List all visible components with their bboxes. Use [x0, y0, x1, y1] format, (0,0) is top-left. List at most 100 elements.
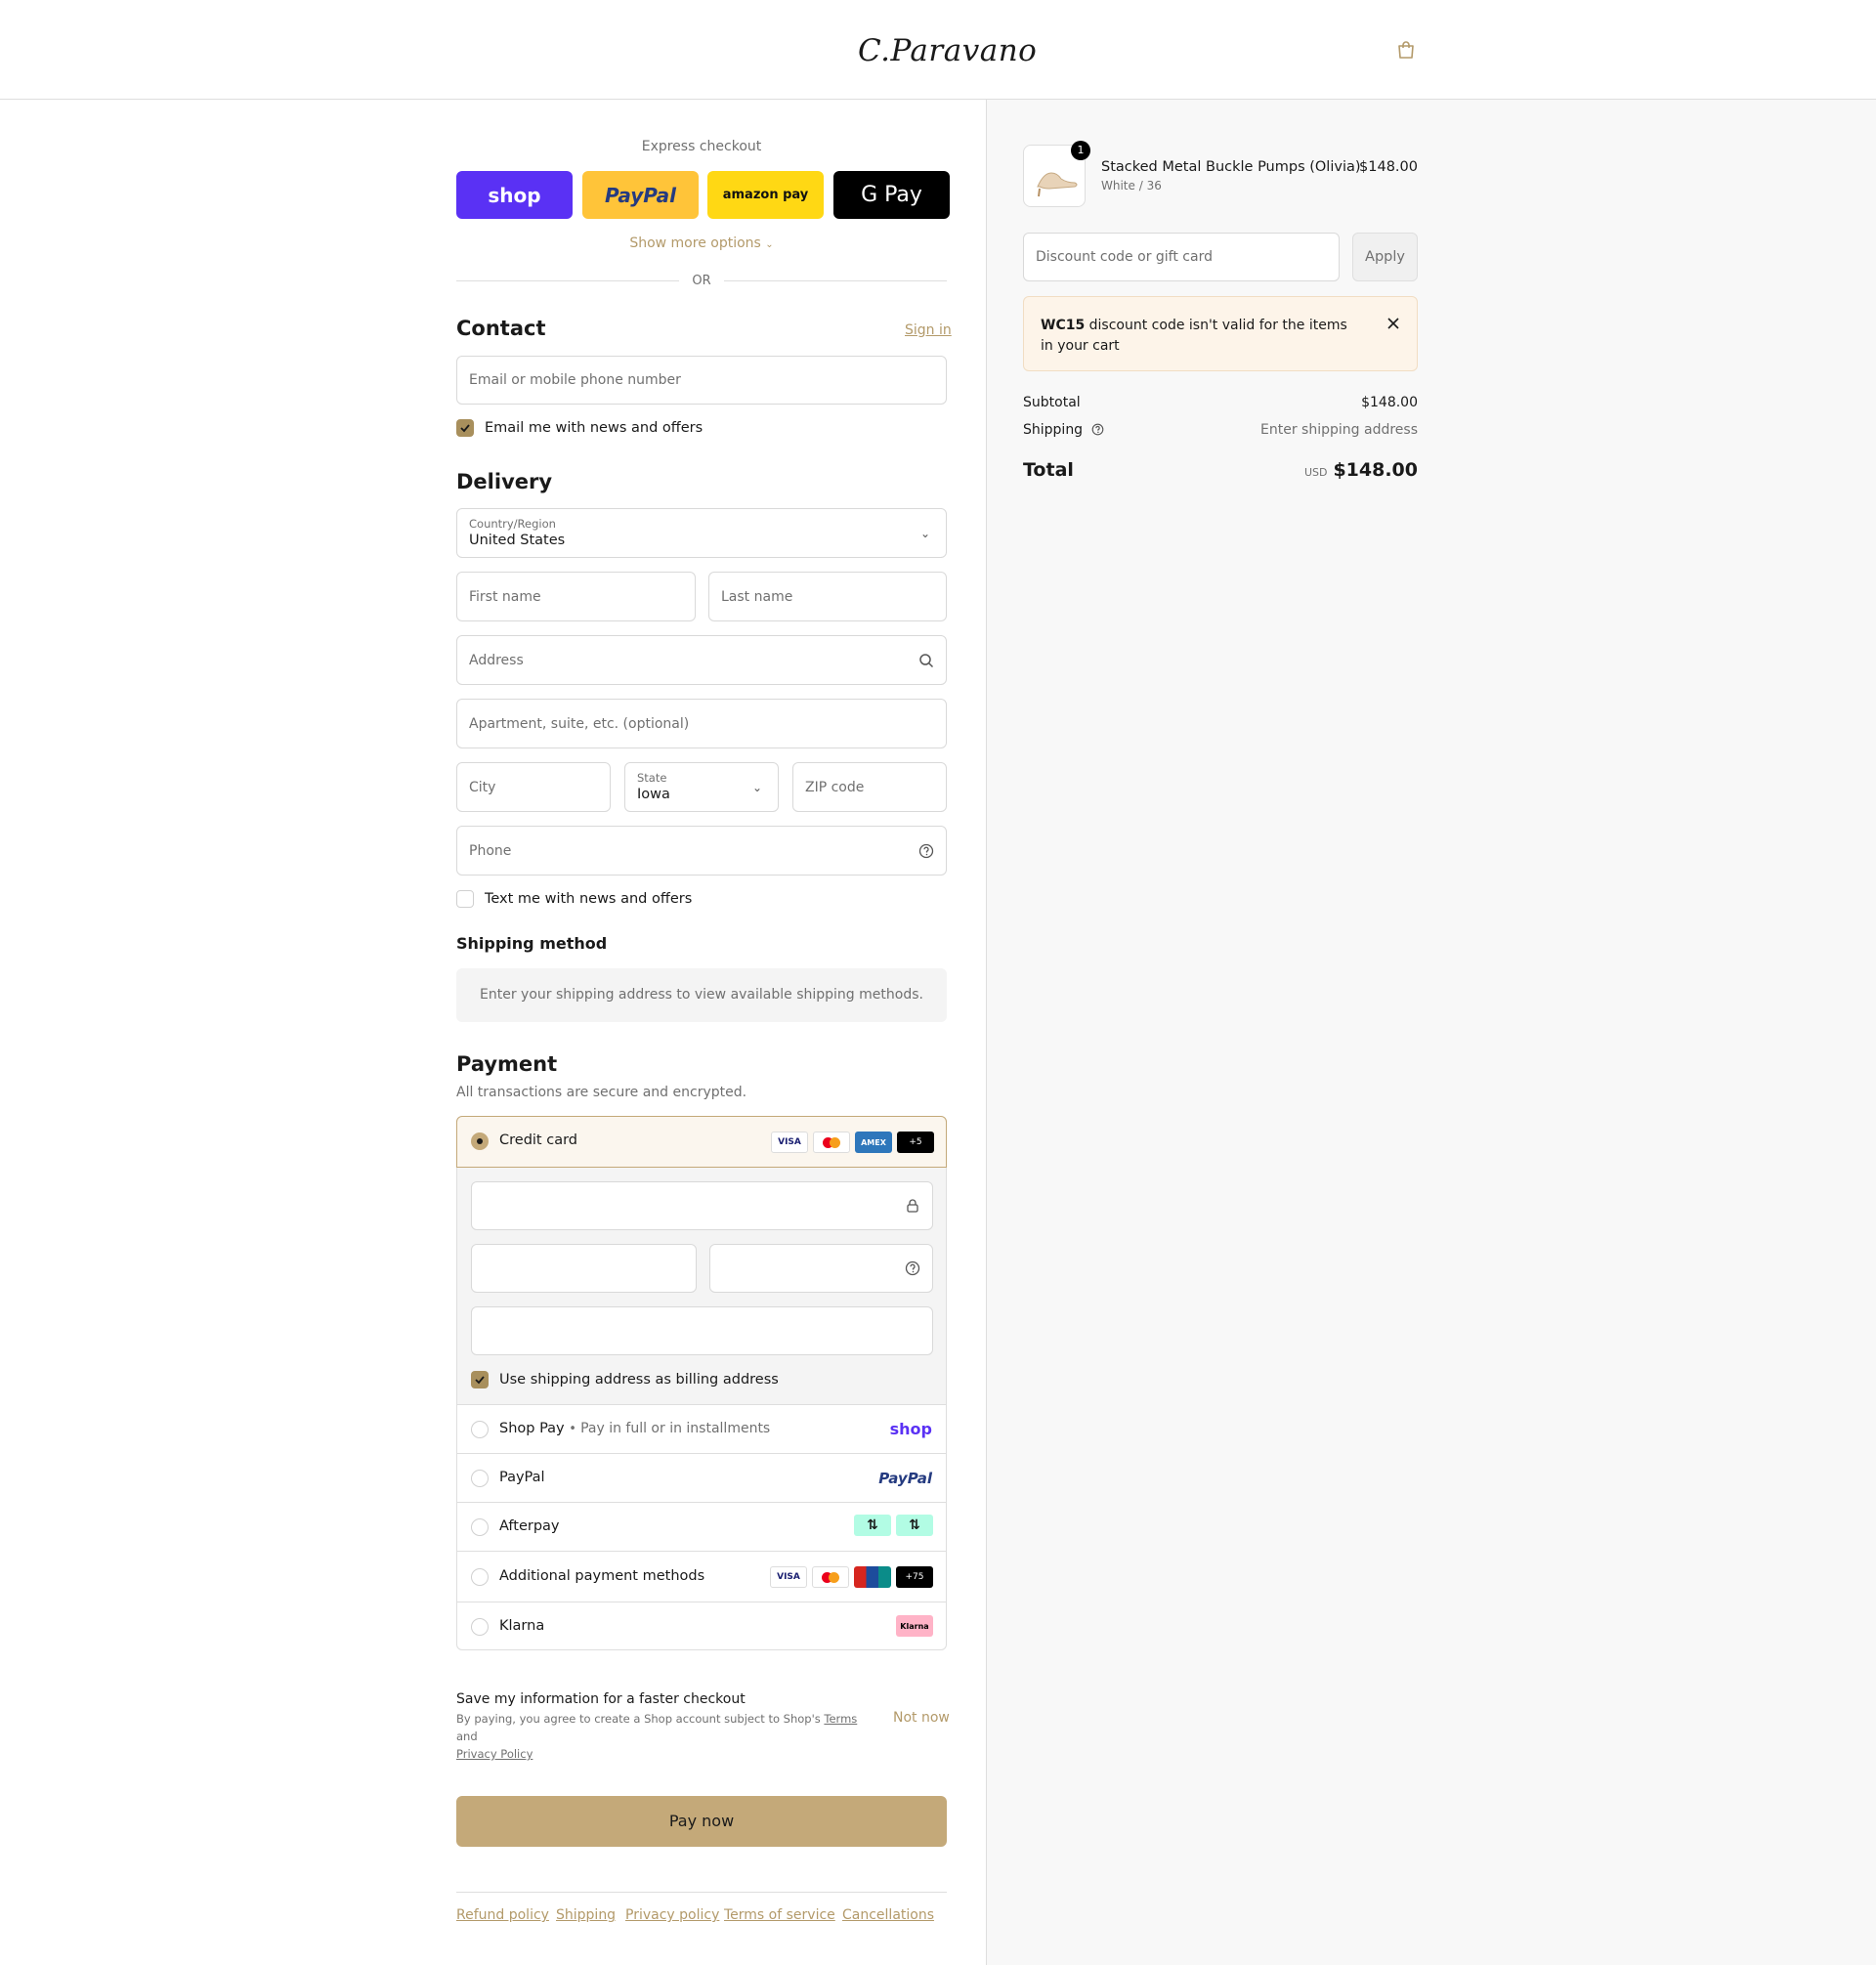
paypal-label: PayPal [499, 1470, 545, 1485]
quantity-badge: 1 [1071, 141, 1090, 160]
first-name-field[interactable]: First name [456, 572, 696, 621]
total-label: Total [1023, 459, 1074, 481]
credit-card-label: Credit card [499, 1132, 577, 1148]
not-now-button[interactable]: Not now [893, 1710, 950, 1726]
apartment-field[interactable]: Apartment, suite, etc. (optional) [456, 699, 947, 748]
state-select[interactable]: State Iowa ⌄ [624, 762, 779, 812]
checkmark-icon [475, 1376, 485, 1385]
close-icon[interactable] [1386, 317, 1400, 330]
chevron-down-icon: ⌄ [752, 780, 763, 794]
help-circle-icon[interactable] [905, 1260, 920, 1276]
apply-discount-button[interactable]: Apply [1352, 233, 1418, 281]
payment-option-klarna[interactable]: Klarna Klarna [456, 1602, 947, 1650]
email-news-checkbox[interactable] [456, 419, 474, 437]
unionpay-icon [854, 1566, 891, 1588]
payment-option-shop-pay[interactable]: Shop Pay • Pay in full or in installment… [456, 1404, 947, 1453]
payment-option-afterpay[interactable]: Afterpay ⇅ ⇅ [456, 1502, 947, 1551]
security-code-field[interactable] [709, 1244, 933, 1293]
terms-of-service-link[interactable]: Terms of service [724, 1907, 835, 1923]
klarna-logo: Klarna [896, 1615, 933, 1637]
payment-heading: Payment [456, 1052, 558, 1076]
save-info-title: Save my information for a faster checkou… [456, 1691, 746, 1707]
shop-pay-label: Shop Pay [499, 1421, 565, 1436]
visa-icon: VISA [770, 1566, 807, 1588]
save-info-text: By paying, you agree to create a Shop ac… [456, 1712, 858, 1761]
or-divider-label: OR [692, 274, 711, 288]
radio-selected[interactable] [471, 1132, 489, 1150]
last-name-field[interactable]: Last name [708, 572, 947, 621]
payment-option-paypal[interactable]: PayPal PayPal [456, 1453, 947, 1502]
visa-icon: VISA [771, 1132, 808, 1153]
discount-error-banner: WC15 discount code isn't valid for the i… [1023, 296, 1418, 371]
privacy-policy-footer-link[interactable]: Privacy policy [625, 1907, 719, 1923]
radio-button[interactable] [471, 1518, 489, 1536]
divider [456, 280, 679, 281]
cancellations-link[interactable]: Cancellations [842, 1907, 934, 1923]
paypal-express-button[interactable]: PayPal [582, 171, 699, 219]
zip-code-field[interactable]: ZIP code [792, 762, 947, 812]
terms-link[interactable]: Terms [824, 1712, 857, 1726]
chevron-down-icon: ⌄ [920, 526, 931, 540]
pay-now-button[interactable]: Pay now [456, 1796, 947, 1847]
city-field[interactable]: City [456, 762, 611, 812]
checkmark-icon [460, 424, 470, 433]
sign-in-link[interactable]: Sign in [905, 322, 952, 338]
radio-button[interactable] [471, 1618, 489, 1636]
expiration-date-field[interactable] [471, 1244, 697, 1293]
shop-pay-express-button[interactable]: shop [456, 171, 573, 219]
afterpay-logo-icon: ⇅ [896, 1515, 933, 1536]
shipping-method-info-box: Enter your shipping address to view avai… [456, 968, 947, 1022]
amex-icon: AMEX [855, 1132, 892, 1153]
mastercard-icon [812, 1566, 849, 1588]
address-field[interactable]: Address [456, 635, 947, 685]
show-more-options-link[interactable]: Show more options ⌄ [456, 235, 947, 251]
help-circle-icon[interactable] [918, 843, 934, 859]
divider [456, 1892, 947, 1893]
shipping-value: Enter shipping address [1260, 422, 1418, 438]
delivery-heading: Delivery [456, 470, 553, 493]
more-cards-badge: +5 [897, 1132, 934, 1153]
help-circle-icon[interactable] [1091, 423, 1104, 436]
shipping-method-info: Enter your shipping address to view avai… [480, 987, 923, 1003]
discount-code-field[interactable]: Discount code or gift card [1023, 233, 1340, 281]
additional-methods-label: Additional payment methods [499, 1568, 705, 1584]
total-value-group: USD $148.00 [1221, 459, 1418, 481]
mastercard-icon [813, 1132, 850, 1153]
subtotal-label: Subtotal [1023, 395, 1081, 410]
express-checkout-title: Express checkout [641, 139, 762, 154]
billing-address-checkbox[interactable] [471, 1371, 489, 1388]
phone-field[interactable]: Phone [456, 826, 947, 876]
text-news-checkbox[interactable] [456, 890, 474, 908]
privacy-policy-link[interactable]: Privacy Policy [456, 1747, 533, 1761]
email-field[interactable]: Email or mobile phone number [456, 356, 947, 405]
store-logo[interactable]: C.Paravano [858, 33, 1037, 68]
radio-button[interactable] [471, 1421, 489, 1438]
lock-icon [907, 1199, 918, 1213]
email-news-label: Email me with news and offers [485, 420, 704, 436]
payment-option-additional-methods[interactable]: Additional payment methods VISA +75 [456, 1551, 947, 1602]
total-value: $148.00 [1333, 459, 1418, 481]
afterpay-logo-icon: ⇅ [854, 1515, 891, 1536]
chevron-down-icon: ⌄ [765, 239, 774, 250]
discount-error-text: WC15 discount code isn't valid for the i… [1041, 318, 1347, 354]
name-on-card-field[interactable] [471, 1306, 933, 1355]
order-summary-panel [986, 100, 1876, 1965]
country-select[interactable]: Country/Region United States ⌄ [456, 508, 947, 558]
contact-heading: Contact [456, 317, 546, 340]
shopping-bag-icon[interactable] [1395, 39, 1417, 61]
paypal-logo: PayPal [878, 1470, 932, 1487]
divider [724, 280, 947, 281]
shipping-method-heading: Shipping method [456, 934, 608, 953]
payment-option-credit-card[interactable]: Credit card VISA AMEX +5 [456, 1116, 947, 1168]
amazon-pay-express-button[interactable]: amazon pay [707, 171, 824, 219]
shop-pay-logo: shop [889, 1420, 932, 1438]
shop-pay-sublabel: Pay in full or in installments [580, 1421, 771, 1436]
google-pay-express-button[interactable]: G Pay [833, 171, 950, 219]
shipping-link[interactable]: Shipping [556, 1907, 616, 1923]
header: C.Paravano [0, 0, 1876, 100]
radio-button[interactable] [471, 1568, 489, 1586]
card-number-field[interactable] [471, 1181, 933, 1230]
refund-policy-link[interactable]: Refund policy [456, 1907, 549, 1923]
radio-button[interactable] [471, 1470, 489, 1487]
text-news-label: Text me with news and offers [485, 891, 693, 907]
